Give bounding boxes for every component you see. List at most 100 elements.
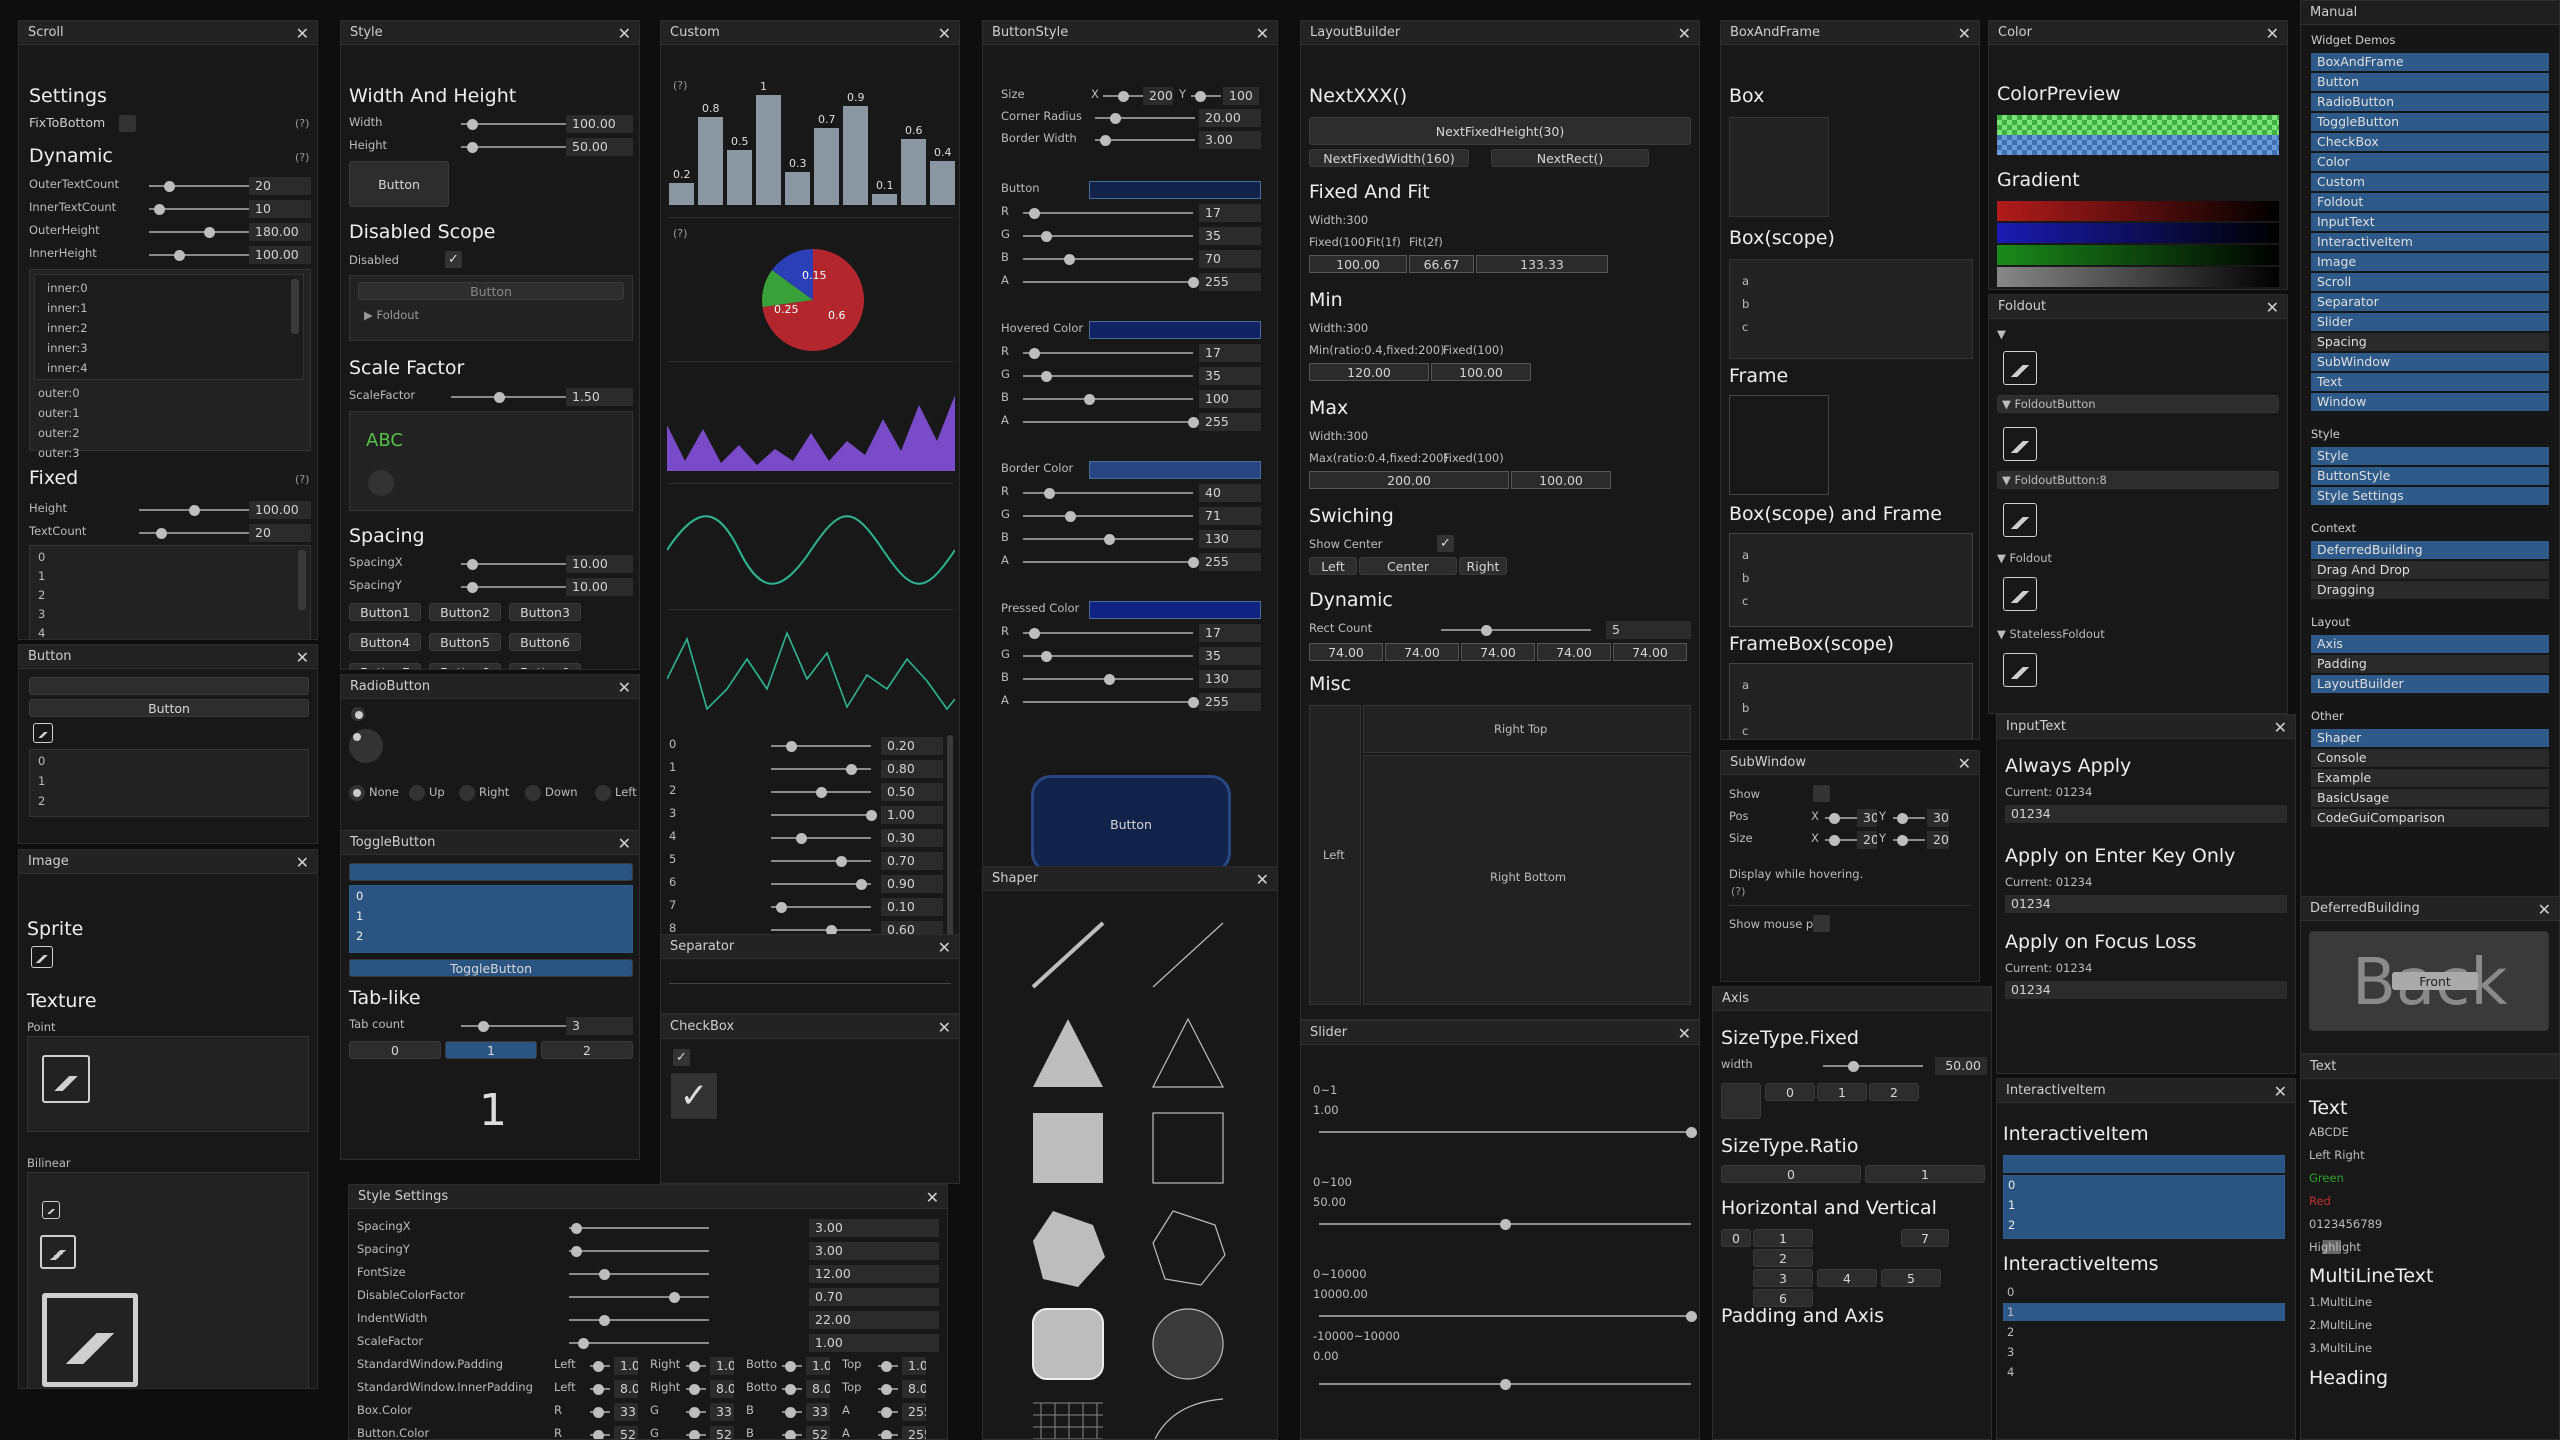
show-checkbox[interactable]	[1813, 785, 1830, 802]
slider[interactable]	[686, 1388, 706, 1390]
ratio-button[interactable]: 0	[1721, 1165, 1861, 1183]
menu-item[interactable]: BoxAndFrame	[2311, 53, 2549, 71]
close-icon[interactable]: ✕	[1958, 754, 1971, 773]
value-field[interactable]: 3.00	[809, 1242, 939, 1260]
menu-item[interactable]: Scroll	[2311, 273, 2549, 291]
slider[interactable]	[771, 745, 871, 747]
slider[interactable]	[1023, 492, 1193, 494]
menu-item[interactable]: Spacing	[2311, 333, 2549, 351]
value-field[interactable]: 74.00	[1461, 643, 1535, 661]
slider[interactable]	[878, 1388, 898, 1390]
text-input[interactable]: 01234	[2005, 895, 2287, 913]
value-field[interactable]: 1.0	[806, 1357, 830, 1375]
value-field[interactable]: 52	[710, 1426, 734, 1439]
menu-item[interactable]: LayoutBuilder	[2311, 675, 2549, 693]
axis-button[interactable]: 2	[1869, 1083, 1919, 1101]
close-icon[interactable]: ✕	[2266, 24, 2279, 43]
slider[interactable]	[569, 1342, 709, 1344]
value-field[interactable]: 255	[1199, 273, 1261, 291]
slider[interactable]	[1023, 375, 1193, 377]
slider[interactable]	[569, 1250, 709, 1252]
close-icon[interactable]: ✕	[1678, 1024, 1691, 1043]
slider[interactable]	[569, 1273, 709, 1275]
image-icon[interactable]	[33, 723, 53, 743]
slider[interactable]	[149, 231, 249, 233]
value-field[interactable]: 8.0	[902, 1380, 926, 1398]
value-field[interactable]: 100.00	[249, 501, 311, 519]
title-bar[interactable]: Scroll✕	[19, 21, 317, 45]
axis-button[interactable]	[1721, 1083, 1761, 1119]
value-field[interactable]: 17	[1199, 624, 1261, 642]
menu-item[interactable]: Slider	[2311, 313, 2549, 331]
radio-option[interactable]	[525, 785, 541, 801]
checkbox-small[interactable]: ✓	[673, 1049, 690, 1066]
slider[interactable]	[1023, 678, 1193, 680]
radio-large[interactable]	[349, 729, 383, 763]
title-bar[interactable]: InteractiveItem✕	[1997, 1079, 2295, 1103]
hv-button[interactable]: 1	[1753, 1229, 1813, 1247]
value-field[interactable]: 0.50	[881, 783, 943, 801]
value-field[interactable]: 0.70	[881, 852, 943, 870]
value-field[interactable]: 130	[1199, 530, 1261, 548]
hv-button[interactable]: 4	[1817, 1269, 1877, 1287]
radio-option[interactable]	[459, 785, 475, 801]
foldout-button[interactable]: ▼ FoldoutButton	[1997, 395, 2279, 413]
value-field[interactable]: 33	[806, 1403, 830, 1421]
title-bar[interactable]: Style Settings✕	[349, 1185, 947, 1209]
slider[interactable]	[878, 1365, 898, 1367]
title-bar[interactable]: Custom✕	[661, 21, 959, 45]
slider[interactable]	[590, 1411, 610, 1413]
help-icon[interactable]: (?)	[673, 227, 687, 240]
interactive-item[interactable]	[2003, 1155, 2285, 1173]
value-field[interactable]: 50.00	[1935, 1057, 1987, 1075]
close-icon[interactable]: ✕	[1256, 870, 1269, 889]
value-field[interactable]: 100.00	[566, 115, 633, 133]
value-field[interactable]: 50.00	[566, 138, 633, 156]
help-icon[interactable]: (?)	[295, 473, 309, 486]
slider[interactable]	[1023, 515, 1193, 517]
list-item[interactable]: 4	[2003, 1363, 2285, 1381]
value-field[interactable]: 100.00	[1431, 363, 1531, 381]
value-field[interactable]: 33	[614, 1403, 638, 1421]
toggle-empty[interactable]	[349, 863, 633, 881]
value-field[interactable]: 100.00	[1511, 471, 1611, 489]
menu-item[interactable]: Console	[2311, 749, 2549, 767]
menu-item[interactable]: Color	[2311, 153, 2549, 171]
value-field[interactable]: 255	[1199, 693, 1261, 711]
menu-item[interactable]: Foldout	[2311, 193, 2549, 211]
value-field[interactable]: 1.0	[902, 1357, 926, 1375]
slider[interactable]	[771, 929, 871, 931]
slider[interactable]	[149, 185, 249, 187]
slider[interactable]	[1103, 95, 1143, 97]
front-button[interactable]: Front	[2392, 972, 2478, 990]
value-field[interactable]: 1.00	[881, 806, 943, 824]
slider[interactable]	[590, 1434, 610, 1436]
value-field[interactable]: 100.00	[1309, 255, 1407, 273]
slider-0-10000[interactable]	[1319, 1315, 1691, 1317]
value-field[interactable]: 1.0	[710, 1357, 734, 1375]
axis-button[interactable]: 0	[1765, 1083, 1815, 1101]
value-field[interactable]: 0.30	[881, 829, 943, 847]
menu-item[interactable]: DeferredBuilding	[2311, 541, 2549, 559]
value-field[interactable]: 100	[1223, 87, 1259, 105]
right-button[interactable]: Right	[1459, 557, 1507, 575]
title-bar[interactable]: CheckBox✕	[661, 1015, 959, 1039]
title-bar[interactable]: Button✕	[19, 645, 317, 669]
value-field[interactable]: 74.00	[1309, 643, 1383, 661]
styled-button[interactable]: Button	[1031, 775, 1231, 873]
value-field[interactable]: 74.00	[1385, 643, 1459, 661]
value-field[interactable]: 3.00	[1199, 131, 1261, 149]
slider[interactable]	[686, 1434, 706, 1436]
slider[interactable]	[771, 883, 871, 885]
show-mouse-checkbox[interactable]	[1813, 915, 1830, 932]
value-field[interactable]: 255	[1199, 553, 1261, 571]
slider[interactable]	[461, 123, 571, 125]
value-field[interactable]: 0.80	[881, 760, 943, 778]
menu-item[interactable]: Custom	[2311, 173, 2549, 191]
slider[interactable]	[878, 1434, 898, 1436]
color-swatch[interactable]	[1089, 601, 1261, 619]
value-field[interactable]: 1.00	[809, 1334, 939, 1352]
value-field[interactable]: 300	[1927, 809, 1949, 827]
slider[interactable]	[139, 509, 249, 511]
title-bar[interactable]: Style✕	[341, 21, 639, 45]
